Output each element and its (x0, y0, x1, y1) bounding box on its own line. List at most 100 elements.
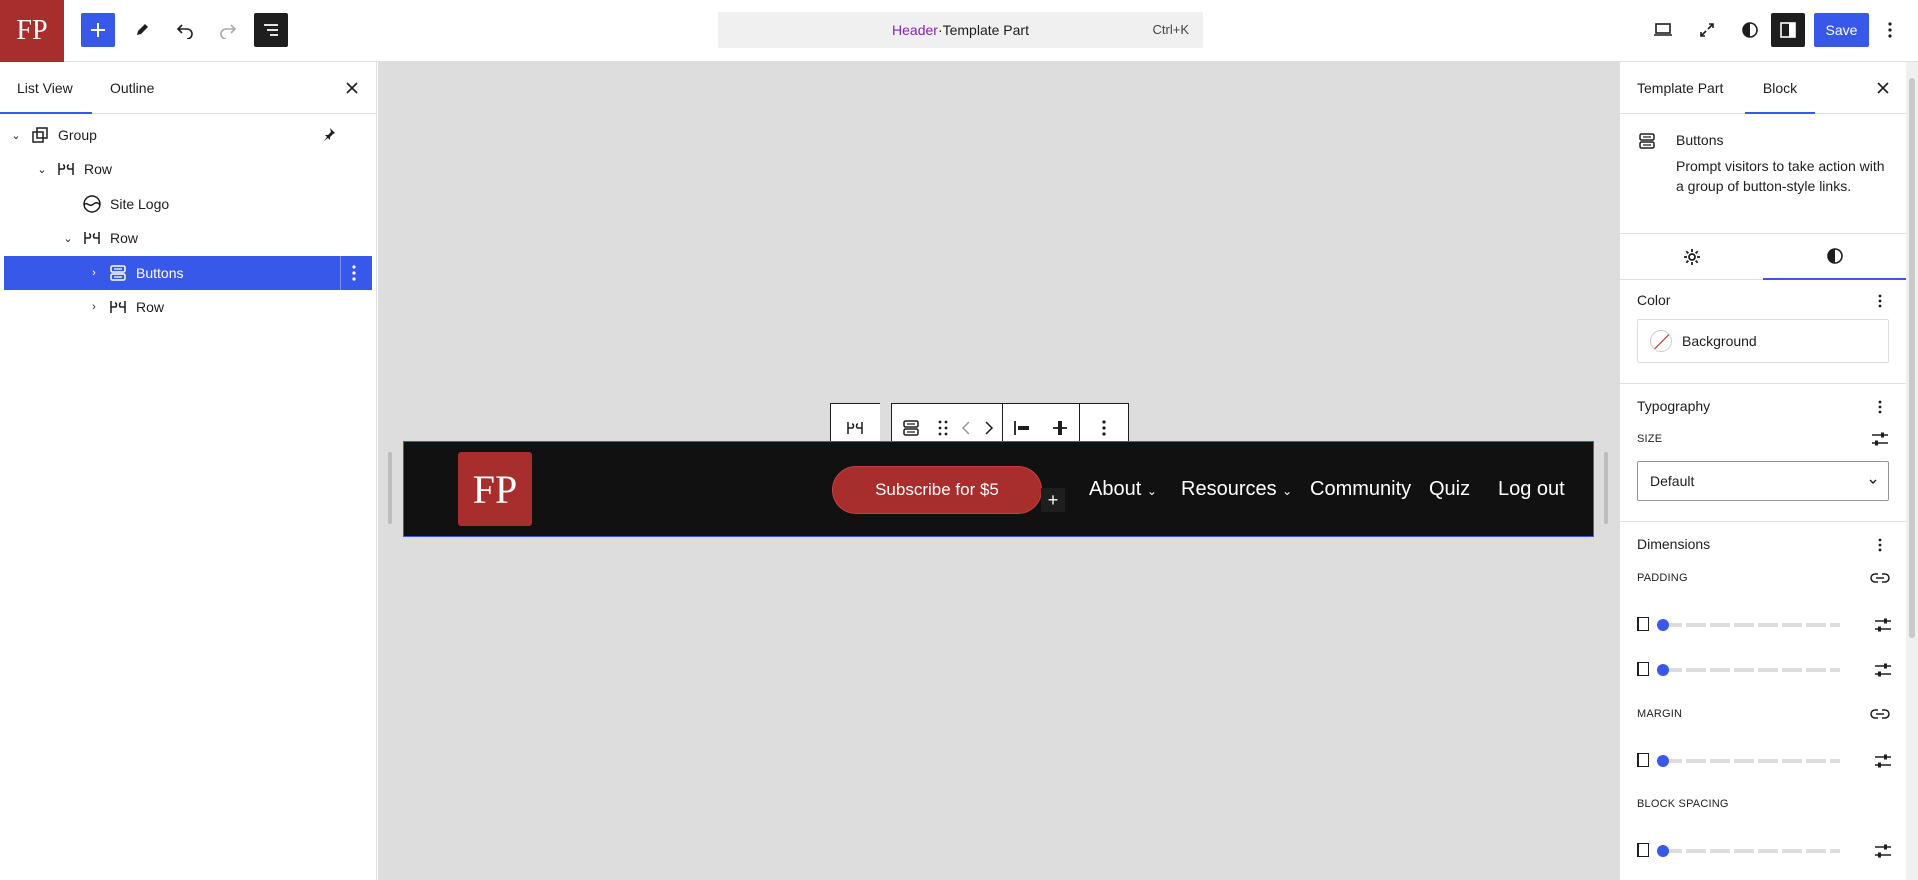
gear-icon (1683, 249, 1700, 265)
styles-button[interactable] (1733, 13, 1767, 47)
contrast-icon (1742, 22, 1758, 38)
block-description: Prompt visitors to take action with a gr… (1676, 158, 1885, 194)
editor-canvas[interactable]: FP Subscribe for $5 + About ⌄ Resources … (378, 62, 1619, 880)
dimensions-options-button[interactable] (1870, 535, 1890, 555)
redo-icon (220, 24, 237, 39)
redo-button[interactable] (211, 13, 245, 47)
padding-vertical-slider[interactable] (1637, 615, 1893, 635)
chevron-right-icon[interactable]: › (86, 267, 102, 279)
zoom-out-button[interactable] (1690, 13, 1724, 47)
tab-template-part[interactable]: Template Part (1637, 62, 1723, 114)
tab-block[interactable]: Block (1745, 62, 1815, 114)
nav-item-community[interactable]: Community (1310, 478, 1411, 501)
dimensions-panel-title: Dimensions (1637, 536, 1711, 552)
settings-sliders-icon[interactable] (1873, 660, 1893, 680)
more-vertical-icon (351, 265, 356, 281)
more-vertical-icon (1878, 294, 1882, 308)
list-view-panel: List View Outline ⌄ Group ⌄ Row Site Log… (0, 62, 377, 880)
list-item-site-logo[interactable]: Site Logo (4, 187, 372, 221)
color-options-button[interactable] (1870, 291, 1890, 311)
margin-link-toggle[interactable] (1870, 704, 1890, 724)
block-card: Buttons Prompt visitors to take action w… (1620, 114, 1907, 234)
nav-item-log-out[interactable]: Log out (1498, 478, 1565, 501)
resize-handle-right[interactable] (1604, 452, 1608, 524)
block-inserter-plus-icon[interactable]: + (1041, 488, 1065, 512)
slider-thumb[interactable] (1657, 755, 1669, 767)
list-item-buttons[interactable]: › Buttons (4, 256, 372, 290)
block-spacing-slider[interactable] (1637, 841, 1893, 861)
typography-panel-title: Typography (1637, 398, 1711, 414)
font-size-value: Default (1650, 473, 1695, 489)
header-template-part[interactable]: FP Subscribe for $5 + About ⌄ Resources … (403, 441, 1594, 537)
settings-sidebar-button[interactable] (1771, 13, 1805, 47)
settings-sliders-icon[interactable] (1873, 751, 1893, 771)
slider-thumb[interactable] (1657, 664, 1669, 676)
tools-button[interactable] (125, 13, 159, 47)
chevron-down-icon[interactable]: ⌄ (60, 232, 76, 245)
tab-list-view[interactable]: List View (0, 62, 92, 114)
block-options-button[interactable] (340, 256, 366, 290)
font-size-select[interactable]: Default (1637, 461, 1889, 501)
close-list-view-button[interactable] (340, 76, 364, 100)
slider-track[interactable] (1662, 623, 1840, 627)
list-item-label: Row (110, 230, 139, 246)
resize-handle-left[interactable] (388, 452, 392, 524)
list-view-icon (264, 24, 278, 36)
template-part-name: Header (892, 22, 938, 38)
undo-button[interactable] (168, 13, 202, 47)
chevron-down-icon[interactable]: ⌄ (34, 163, 50, 176)
list-item-row[interactable]: ⌄ Row (4, 152, 372, 186)
list-item-group[interactable]: ⌄ Group (4, 118, 372, 152)
color-panel-title: Color (1637, 292, 1671, 308)
fullscreen-icon (1700, 23, 1714, 37)
nav-label: About (1089, 478, 1142, 500)
tab-settings[interactable] (1620, 234, 1763, 280)
contrast-icon (1827, 248, 1843, 264)
block-title: Buttons (1676, 132, 1724, 148)
add-block-button[interactable] (81, 13, 115, 47)
device-preview-button[interactable] (1646, 13, 1680, 47)
site-logo[interactable]: FP (458, 452, 532, 526)
margin-vertical-slider[interactable] (1637, 751, 1893, 771)
list-view-tabs: List View Outline (0, 62, 376, 114)
block-spacing-label: BLOCK SPACING (1637, 798, 1729, 810)
list-item-label: Buttons (136, 265, 184, 281)
tab-styles[interactable] (1763, 234, 1907, 280)
link-icon (1870, 573, 1890, 583)
close-sidebar-button[interactable] (1871, 76, 1895, 100)
size-custom-toggle[interactable] (1870, 429, 1890, 449)
padding-link-toggle[interactable] (1870, 568, 1890, 588)
sidebar-tabs: Template Part Block (1620, 62, 1906, 114)
chevron-down-icon[interactable]: ⌄ (8, 129, 24, 142)
background-label: Background (1682, 333, 1757, 349)
chevron-right-icon[interactable]: › (86, 301, 102, 313)
settings-sliders-icon[interactable] (1873, 615, 1893, 635)
tab-outline[interactable]: Outline (110, 62, 154, 114)
slider-track[interactable] (1662, 759, 1840, 763)
slider-track[interactable] (1662, 849, 1840, 853)
settings-sliders-icon[interactable] (1873, 841, 1893, 861)
options-button[interactable] (1878, 13, 1902, 47)
nav-item-quiz[interactable]: Quiz (1429, 478, 1470, 501)
list-item-row[interactable]: ⌄ Row (4, 221, 372, 255)
sidebar-scrollbar[interactable] (1906, 62, 1918, 880)
save-button[interactable]: Save (1814, 13, 1869, 47)
nav-item-resources[interactable]: Resources ⌄ (1181, 478, 1292, 501)
slider-thumb[interactable] (1657, 619, 1669, 631)
background-color-button[interactable]: Background (1637, 319, 1889, 363)
padding-horizontal-slider[interactable] (1637, 660, 1893, 680)
scrollbar-thumb[interactable] (1909, 78, 1915, 638)
document-overview-button[interactable] (254, 13, 288, 47)
subscribe-button[interactable]: Subscribe for $5 (832, 466, 1042, 514)
chevron-down-icon (1868, 473, 1878, 489)
side-top-icon (1637, 843, 1649, 857)
size-label: SIZE (1637, 433, 1663, 445)
site-icon-button[interactable]: FP (0, 0, 64, 62)
command-palette-button[interactable]: Header · Template Part Ctrl+K (718, 12, 1203, 48)
list-item-row[interactable]: › Row (4, 290, 372, 324)
slider-thumb[interactable] (1657, 845, 1669, 857)
typography-options-button[interactable] (1870, 397, 1890, 417)
desktop-icon (1654, 23, 1672, 36)
slider-track[interactable] (1662, 668, 1840, 672)
nav-item-about[interactable]: About ⌄ (1089, 478, 1157, 501)
